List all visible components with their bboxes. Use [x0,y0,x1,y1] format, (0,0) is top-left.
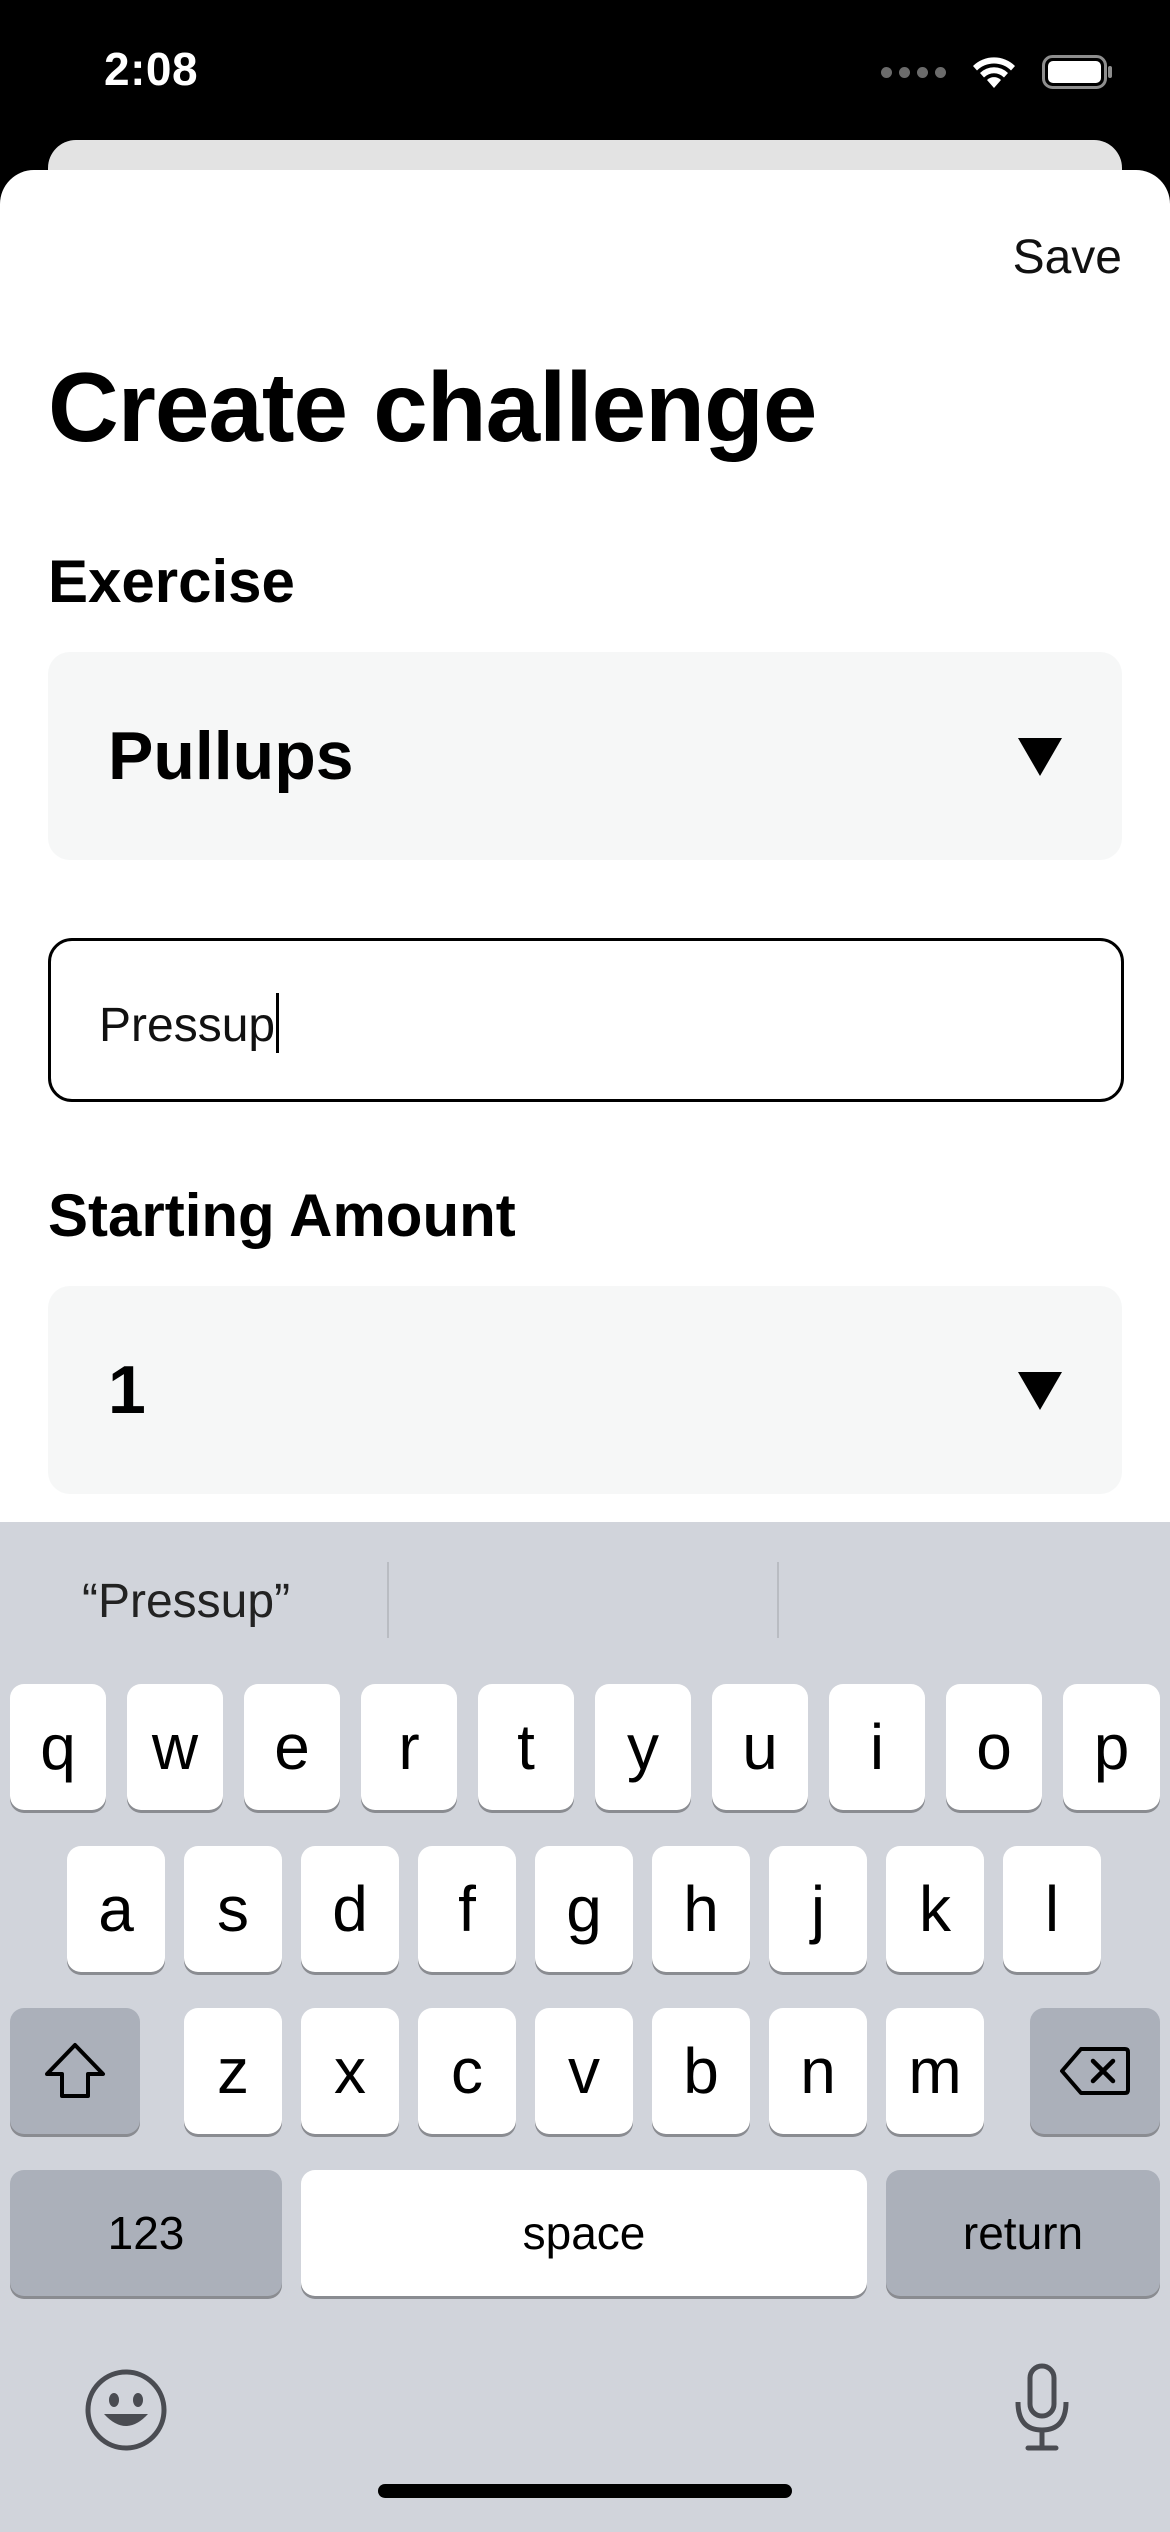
dropdown-arrow-icon [1018,1372,1062,1410]
suggestion-divider [777,1562,779,1638]
save-button[interactable]: Save [1013,230,1122,285]
key-l[interactable]: l [1003,1846,1101,1972]
space-key[interactable]: space [301,2170,867,2296]
key-y[interactable]: y [595,1684,691,1810]
dropdown-arrow-icon [1018,738,1062,776]
return-key[interactable]: return [886,2170,1160,2296]
exercise-label: Exercise [48,548,295,615]
key-b[interactable]: b [652,2008,750,2134]
custom-exercise-value: Pressup [99,993,280,1053]
battery-icon [1042,55,1112,89]
suggestion-bar: “Pressup” [0,1522,1170,1672]
shift-key[interactable] [10,2008,140,2134]
numbers-key[interactable]: 123 [10,2170,282,2296]
key-f[interactable]: f [418,1846,516,1972]
backspace-key[interactable] [1030,2008,1160,2134]
key-q[interactable]: q [10,1684,106,1810]
exercise-selected-value: Pullups [108,718,354,794]
status-icons [881,54,1114,90]
key-e[interactable]: e [244,1684,340,1810]
status-bar: 2:08 [0,0,1170,150]
text-cursor [276,993,280,1053]
key-c[interactable]: c [418,2008,516,2134]
keyboard: “Pressup” q w e r t y u i o p a s d f g … [0,1522,1170,2532]
key-z[interactable]: z [184,2008,282,2134]
starting-amount-label: Starting Amount [48,1182,516,1249]
backspace-icon [1060,2047,1130,2095]
signal-icon [881,66,946,78]
key-s[interactable]: s [184,1846,282,1972]
exercise-dropdown[interactable]: Pullups [48,652,1122,860]
custom-exercise-input[interactable]: Pressup [48,938,1124,1102]
shift-icon [45,2043,105,2098]
key-p[interactable]: p [1063,1684,1160,1810]
key-o[interactable]: o [946,1684,1042,1810]
key-t[interactable]: t [478,1684,574,1810]
key-k[interactable]: k [886,1846,984,1972]
key-i[interactable]: i [829,1684,925,1810]
home-indicator [378,2484,792,2498]
microphone-icon[interactable] [1010,2362,1074,2454]
key-m[interactable]: m [886,2008,984,2134]
key-v[interactable]: v [535,2008,633,2134]
emoji-icon[interactable] [84,2368,168,2452]
wifi-icon [973,57,1015,88]
starting-amount-dropdown[interactable]: 1 [48,1286,1122,1494]
suggestion-divider [387,1562,389,1638]
starting-amount-selected-value: 1 [108,1352,146,1428]
custom-exercise-text: Pressup [99,999,276,1052]
key-d[interactable]: d [301,1846,399,1972]
key-j[interactable]: j [769,1846,867,1972]
page-title: Create challenge [48,352,817,462]
key-r[interactable]: r [361,1684,457,1810]
key-h[interactable]: h [652,1846,750,1972]
key-a[interactable]: a [67,1846,165,1972]
key-n[interactable]: n [769,2008,867,2134]
key-x[interactable]: x [301,2008,399,2134]
key-u[interactable]: u [712,1684,808,1810]
key-w[interactable]: w [127,1684,223,1810]
status-time: 2:08 [104,43,199,95]
suggestion-item[interactable]: “Pressup” [82,1574,290,1629]
key-g[interactable]: g [535,1846,633,1972]
